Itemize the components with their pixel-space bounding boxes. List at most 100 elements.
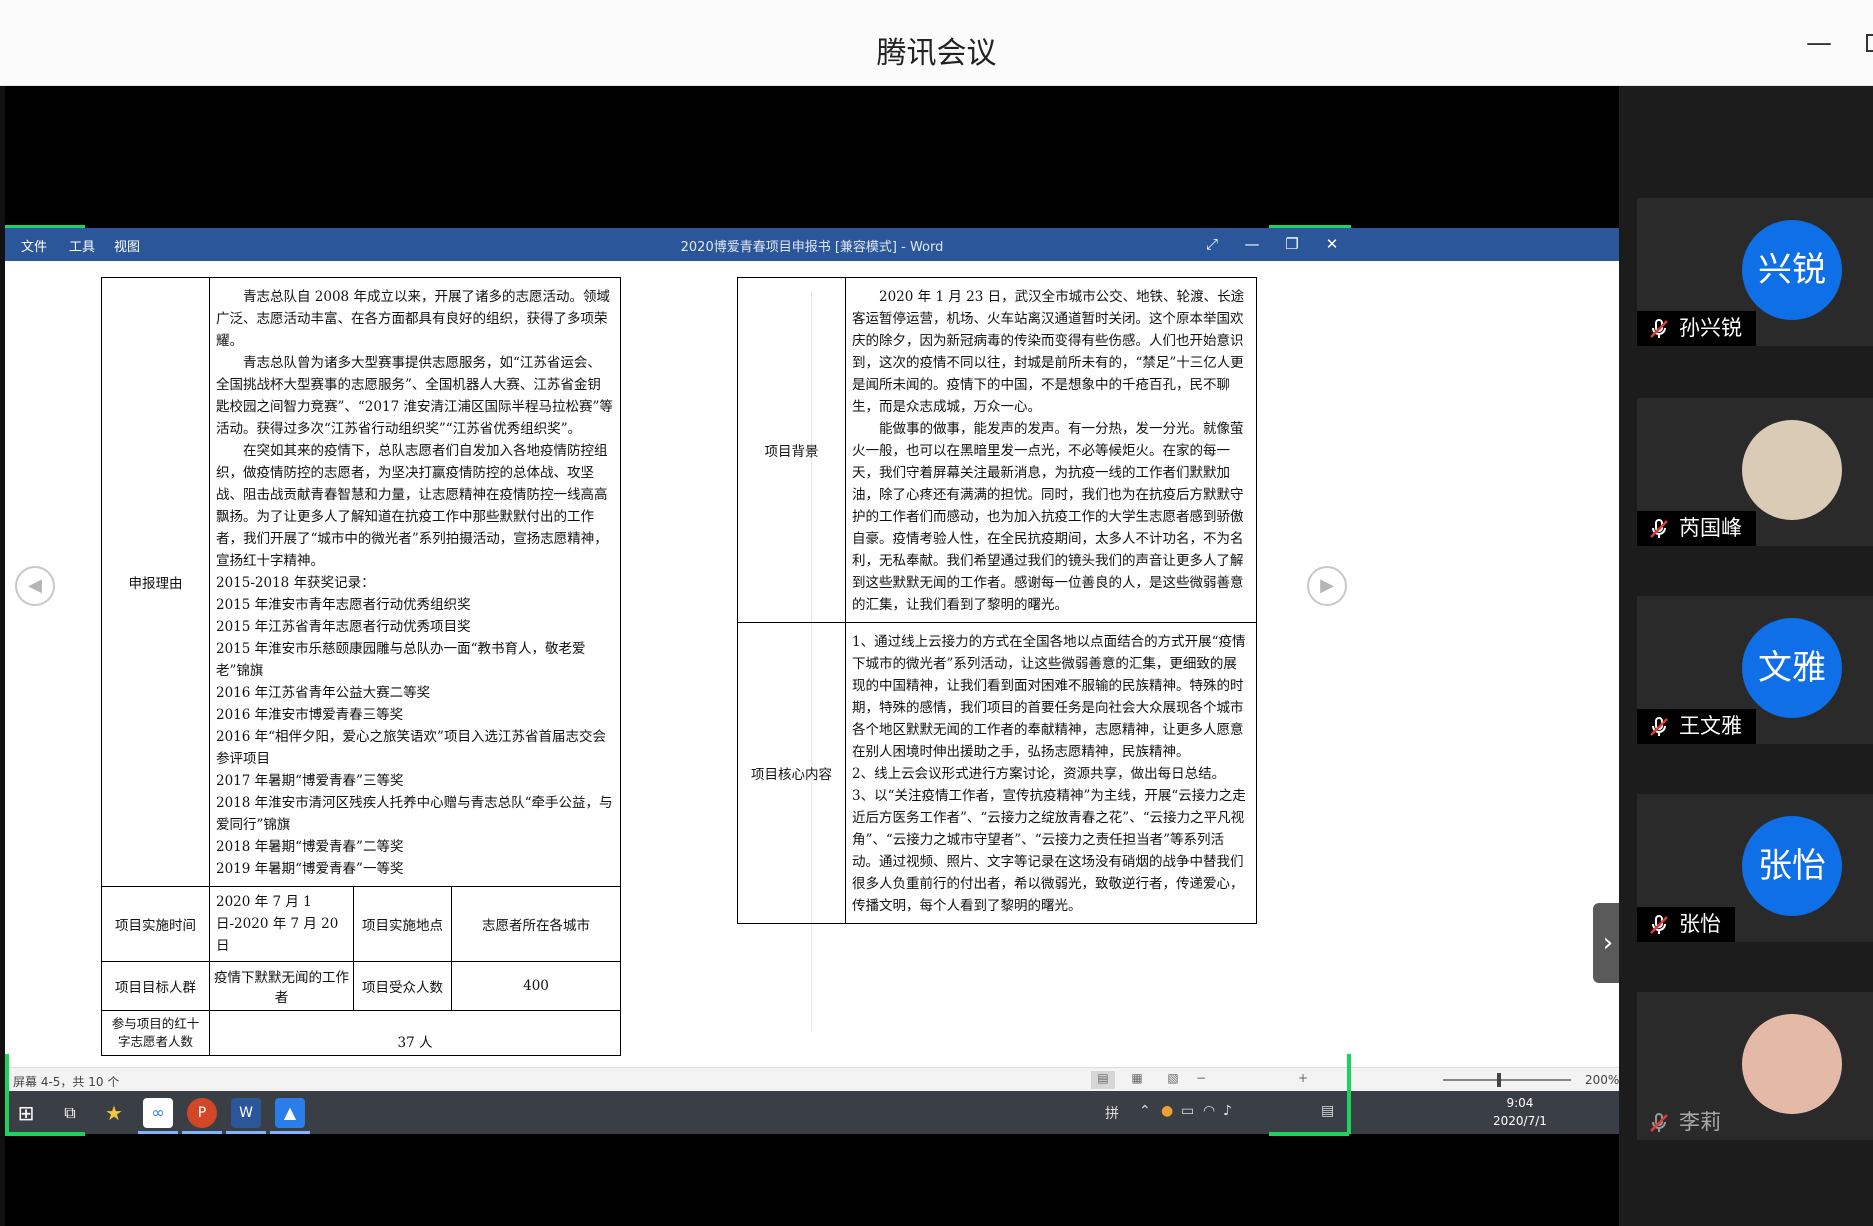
zoom-slider-thumb[interactable] — [1497, 1073, 1501, 1087]
background-label: 项目背景 — [737, 277, 846, 623]
minimize-button[interactable]: — — [1806, 30, 1832, 56]
participant-nametag: 孙兴锐 — [1637, 311, 1756, 346]
notification-icon[interactable]: ▤ — [1321, 1103, 1334, 1119]
show-hidden-icons-icon[interactable]: ⌃ — [1139, 1103, 1151, 1119]
fullscreen-icon[interactable]: ⤢ — [1201, 233, 1223, 255]
background-content: 2020 年 1 月 23 日，武汉全市城市公交、地铁、轮渡、长途客运暂停运营，… — [845, 277, 1257, 623]
word-statusbar: 屏幕 4-5，共 10 个 ▤ ▦ ▧ − + 200% — [5, 1067, 1619, 1091]
reason-paragraph: 青志总队自 2008 年成立以来，开展了诸多的志愿活动。领域广泛、志愿活动丰富、… — [216, 289, 610, 349]
background-paragraph: 能做事的做事，能发声的发声。有一分热，发一分光。就像萤火一般，也可以在黑暗里发一… — [852, 421, 1244, 613]
volume-icon[interactable]: ♪ — [1223, 1103, 1232, 1119]
participant-tile[interactable]: 芮国峰 — [1637, 398, 1873, 546]
award-item: 2018 年暑期“博爱青春”二等奖 — [216, 839, 404, 855]
battery-icon[interactable]: ▭ — [1181, 1103, 1194, 1119]
app-titlebar: 腾讯会议 — — [0, 0, 1873, 86]
share-border-corner — [1269, 1132, 1349, 1136]
participant-nametag: 张怡 — [1637, 907, 1735, 942]
time-value: 2020 年 7 月 1 日-2020 年 7 月 20 日 — [209, 886, 354, 962]
participant-avatar: 兴锐 — [1742, 220, 1842, 320]
favorites-star-icon[interactable]: ★ — [99, 1098, 129, 1128]
next-page-button[interactable]: ▶ — [1307, 566, 1347, 606]
award-item: 2018 年淮安市清河区残疾人托养中心赠与青志总队“牵手公益，与爱同行”锦旗 — [216, 795, 613, 833]
active-app-indicator — [226, 1131, 266, 1134]
powerpoint-icon[interactable]: P — [187, 1098, 217, 1128]
share-border-corner — [5, 1132, 85, 1136]
close-icon[interactable]: ✕ — [1321, 233, 1343, 255]
shared-screen: 文件 工具 视图 2020博爱青春项目申报书 [兼容模式] - Word ⤢ —… — [5, 225, 1623, 1136]
windows-taskbar: ⊞ ⧉ ★ ∞ P W ▲ 拼 ⌃ ● ▭ ◠ ♪ 9:04 2020/7/1 … — [5, 1091, 1619, 1134]
place-label: 项目实施地点 — [353, 886, 452, 962]
share-border-corner — [1347, 1054, 1351, 1134]
document-area[interactable]: 申报理由 青志总队自 2008 年成立以来，开展了诸多的志愿活动。领域广泛、志愿… — [5, 261, 1623, 1067]
time-label: 项目实施时间 — [101, 886, 210, 962]
core-content-label: 项目核心内容 — [737, 622, 846, 924]
application-table-left: 申报理由 青志总队自 2008 年成立以来，开展了诸多的志愿活动。领域广泛、志愿… — [101, 277, 621, 1056]
participant-tile[interactable]: 文雅 王文雅 — [1637, 596, 1873, 744]
word-titlebar: 文件 工具 视图 2020博爱青春项目申报书 [兼容模式] - Word ⤢ —… — [5, 228, 1619, 261]
beneficiaries-label: 项目受众人数 — [353, 961, 452, 1011]
minimize-icon[interactable]: — — [1241, 233, 1263, 255]
core-paragraph: 1、通过线上云接力的方式在全国各地以点面结合的方式开展“疫情下城市的微光者”系列… — [852, 634, 1246, 760]
tencent-meeting-icon[interactable]: ▲ — [275, 1098, 305, 1128]
maximize-button[interactable] — [1866, 34, 1873, 52]
participant-nametag: 芮国峰 — [1637, 511, 1756, 546]
clock-time: 9:04 — [1506, 1096, 1534, 1110]
active-app-indicator — [270, 1131, 310, 1134]
tray-app-icon[interactable]: ● — [1161, 1103, 1173, 1119]
participant-tile[interactable]: 张怡 张怡 — [1637, 794, 1873, 942]
page-count: 屏幕 4-5，共 10 个 — [13, 1075, 120, 1089]
zoom-in-icon[interactable]: + — [1291, 1071, 1315, 1089]
background-paragraph: 2020 年 1 月 23 日，武汉全市城市公交、地铁、轮渡、长途客运暂停运营，… — [852, 289, 1245, 415]
participant-avatar: 文雅 — [1742, 618, 1842, 718]
target-value: 疫情下默默无闻的工作者 — [209, 961, 354, 1011]
word-app-icon[interactable]: W — [231, 1098, 261, 1128]
print-layout-icon[interactable]: ▦ — [1125, 1071, 1149, 1089]
participant-avatar-image — [1742, 1014, 1842, 1114]
participant-name: 芮国峰 — [1679, 516, 1742, 540]
zoom-slider[interactable] — [1443, 1079, 1571, 1081]
previous-page-button[interactable]: ◀ — [15, 566, 55, 606]
baidu-netdisk-icon[interactable]: ∞ — [143, 1098, 173, 1128]
application-table-right: 项目背景 2020 年 1 月 23 日，武汉全市城市公交、地铁、轮渡、长途客运… — [737, 277, 1257, 924]
participant-name: 孙兴锐 — [1679, 316, 1742, 340]
core-paragraph: 2、线上云会议形式进行方案讨论，资源共享，做出每日总结。 — [852, 766, 1226, 782]
zoom-out-icon[interactable]: − — [1189, 1071, 1213, 1089]
active-app-indicator — [138, 1131, 178, 1134]
target-label: 项目目标人群 — [101, 961, 210, 1011]
zoom-level[interactable]: 200% — [1585, 1073, 1619, 1087]
participant-name: 李莉 — [1679, 1110, 1721, 1134]
participant-tile[interactable]: 李莉 — [1637, 992, 1873, 1140]
core-paragraph: 3、以“关注疫情工作者，宣传抗疫精神”为主线，开展“云接力之走近后方医务工作者”… — [852, 788, 1246, 914]
read-mode-icon[interactable]: ▤ — [1091, 1071, 1115, 1089]
award-item: 2019 年暑期“博爱青春”一等奖 — [216, 861, 404, 877]
participant-tile[interactable]: 兴锐 孙兴锐 — [1637, 198, 1873, 346]
core-content: 1、通过线上云接力的方式在全国各地以点面结合的方式开展“疫情下城市的微光者”系列… — [845, 622, 1257, 924]
restore-icon[interactable]: ❐ — [1281, 233, 1303, 255]
participant-name: 张怡 — [1679, 912, 1721, 936]
clock-date: 2020/7/1 — [1493, 1114, 1547, 1128]
mic-muted-icon — [1650, 717, 1668, 736]
award-item: 2015 年淮安市青年志愿者行动优秀组织奖 — [216, 597, 471, 613]
network-icon[interactable]: ◠ — [1203, 1103, 1215, 1119]
web-layout-icon[interactable]: ▧ — [1161, 1071, 1185, 1089]
award-item: 2015 年江苏省青年志愿者行动优秀项目奖 — [216, 619, 471, 635]
participant-avatar-image — [1742, 420, 1842, 520]
reason-label: 申报理由 — [101, 277, 210, 887]
participant-panel: 兴锐 孙兴锐 芮国峰 文雅 王文雅 张怡 张怡 李莉 — [1619, 86, 1873, 1226]
award-item: 2016 年“相伴夕阳，爱心之旅笑语欢”项目入选江苏省首届志交会参评项目 — [216, 729, 606, 767]
ime-indicator[interactable]: 拼 — [1105, 1103, 1119, 1123]
award-item: 2017 年暑期“博爱青春”三等奖 — [216, 773, 404, 789]
task-view-icon[interactable]: ⧉ — [55, 1098, 85, 1128]
place-value: 志愿者所在各城市 — [451, 886, 621, 962]
award-item: 2016 年淮安市博爱青春三等奖 — [216, 707, 404, 723]
active-app-indicator — [182, 1131, 222, 1134]
mic-muted-icon — [1650, 915, 1668, 934]
reason-content: 青志总队自 2008 年成立以来，开展了诸多的志愿活动。领域广泛、志愿活动丰富、… — [209, 277, 621, 887]
award-item: 2016 年江苏省青年公益大赛二等奖 — [216, 685, 431, 701]
taskbar-clock[interactable]: 9:04 2020/7/1 — [1493, 1094, 1547, 1130]
beneficiaries-value: 400 — [451, 961, 621, 1011]
award-item: 2015 年淮安市乐慈颐康园雕与总队办一面“教书育人，敬老爱老”锦旗 — [216, 641, 586, 679]
reason-paragraph: 在突如其来的疫情下，总队志愿者们自发加入各地疫情防控组织，做疫情防控的志愿者，为… — [216, 443, 608, 569]
volunteers-value: 37 人 — [209, 1010, 621, 1056]
windows-start-icon[interactable]: ⊞ — [11, 1098, 41, 1128]
